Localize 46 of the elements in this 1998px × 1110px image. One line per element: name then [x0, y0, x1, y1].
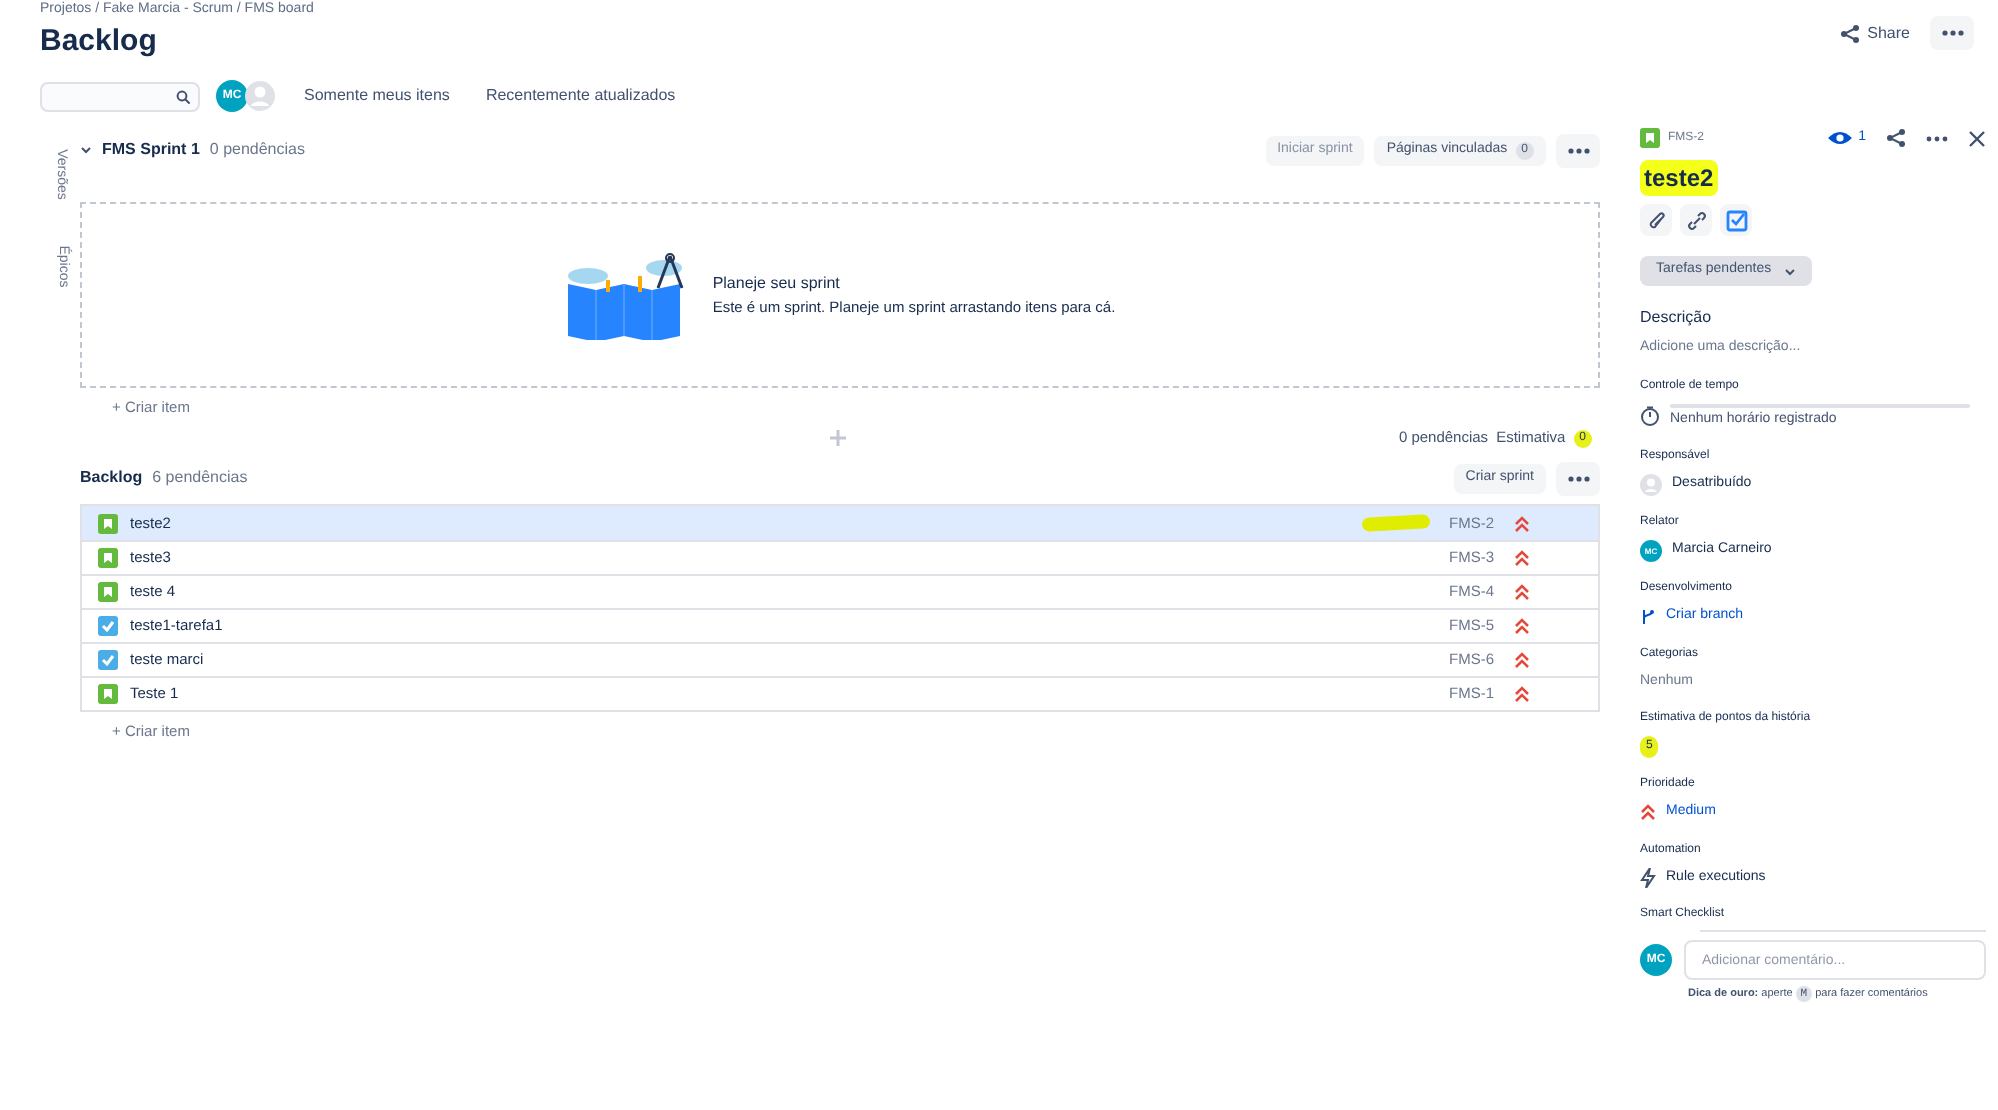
- toolbar-button[interactable]: [1640, 204, 1672, 236]
- more-button[interactable]: [1930, 16, 1974, 50]
- search-icon: [176, 89, 190, 103]
- priority-icon: [1514, 550, 1530, 566]
- filter-button[interactable]: Somente meus itens: [296, 84, 458, 108]
- priority-icon: [1514, 515, 1530, 531]
- user-silhouette-icon: [244, 80, 276, 112]
- toolbar-button[interactable]: [1680, 204, 1712, 236]
- link-icon: [1685, 209, 1707, 231]
- issue-title: teste2: [1640, 160, 1718, 196]
- priority-icon: [1514, 618, 1530, 634]
- more-icon: [1941, 30, 1963, 36]
- backlog-name: Backlog: [80, 466, 143, 490]
- toolbar-button[interactable]: [1720, 204, 1752, 236]
- issue-count: 6 pendências: [152, 466, 248, 490]
- page-title: Backlog: [40, 22, 159, 60]
- priority-icon: [1640, 804, 1656, 821]
- stopwatch-icon: [1640, 406, 1660, 427]
- priority-icon: [1514, 584, 1530, 600]
- close-icon: [1968, 129, 1986, 147]
- share-icon: [1886, 128, 1906, 148]
- highlighter-mark: [1360, 514, 1430, 532]
- sprint-name: FMS Sprint 1: [102, 138, 200, 162]
- search-field[interactable]: [40, 81, 200, 111]
- share-button[interactable]: Share: [1839, 21, 1910, 45]
- more-button[interactable]: [1556, 133, 1600, 167]
- priority-icon: [1514, 686, 1530, 702]
- user-silhouette-icon: [1640, 474, 1662, 496]
- share-icon: [1839, 23, 1860, 43]
- branch-icon: [1640, 607, 1656, 626]
- checklist-icon: [1725, 209, 1747, 231]
- lightning-icon: [1640, 867, 1656, 888]
- chevron-icon: [1783, 267, 1796, 275]
- more-icon: [1567, 147, 1589, 153]
- more-button[interactable]: [1556, 461, 1600, 495]
- more-icon: [1926, 135, 1948, 141]
- issue-count: 0 pendências: [209, 138, 305, 162]
- drag-handle-icon: [830, 430, 846, 446]
- eye-icon: [1828, 130, 1853, 146]
- story-icon: [1640, 128, 1660, 148]
- priority-icon: [1514, 652, 1530, 668]
- field-label: Descrição: [1640, 306, 1714, 330]
- paperclip-icon: [1645, 209, 1667, 231]
- more-icon: [1567, 475, 1589, 481]
- filter-button[interactable]: Recentemente atualizados: [477, 84, 684, 108]
- empty-state-title: Planeje seu sprint: [712, 271, 842, 296]
